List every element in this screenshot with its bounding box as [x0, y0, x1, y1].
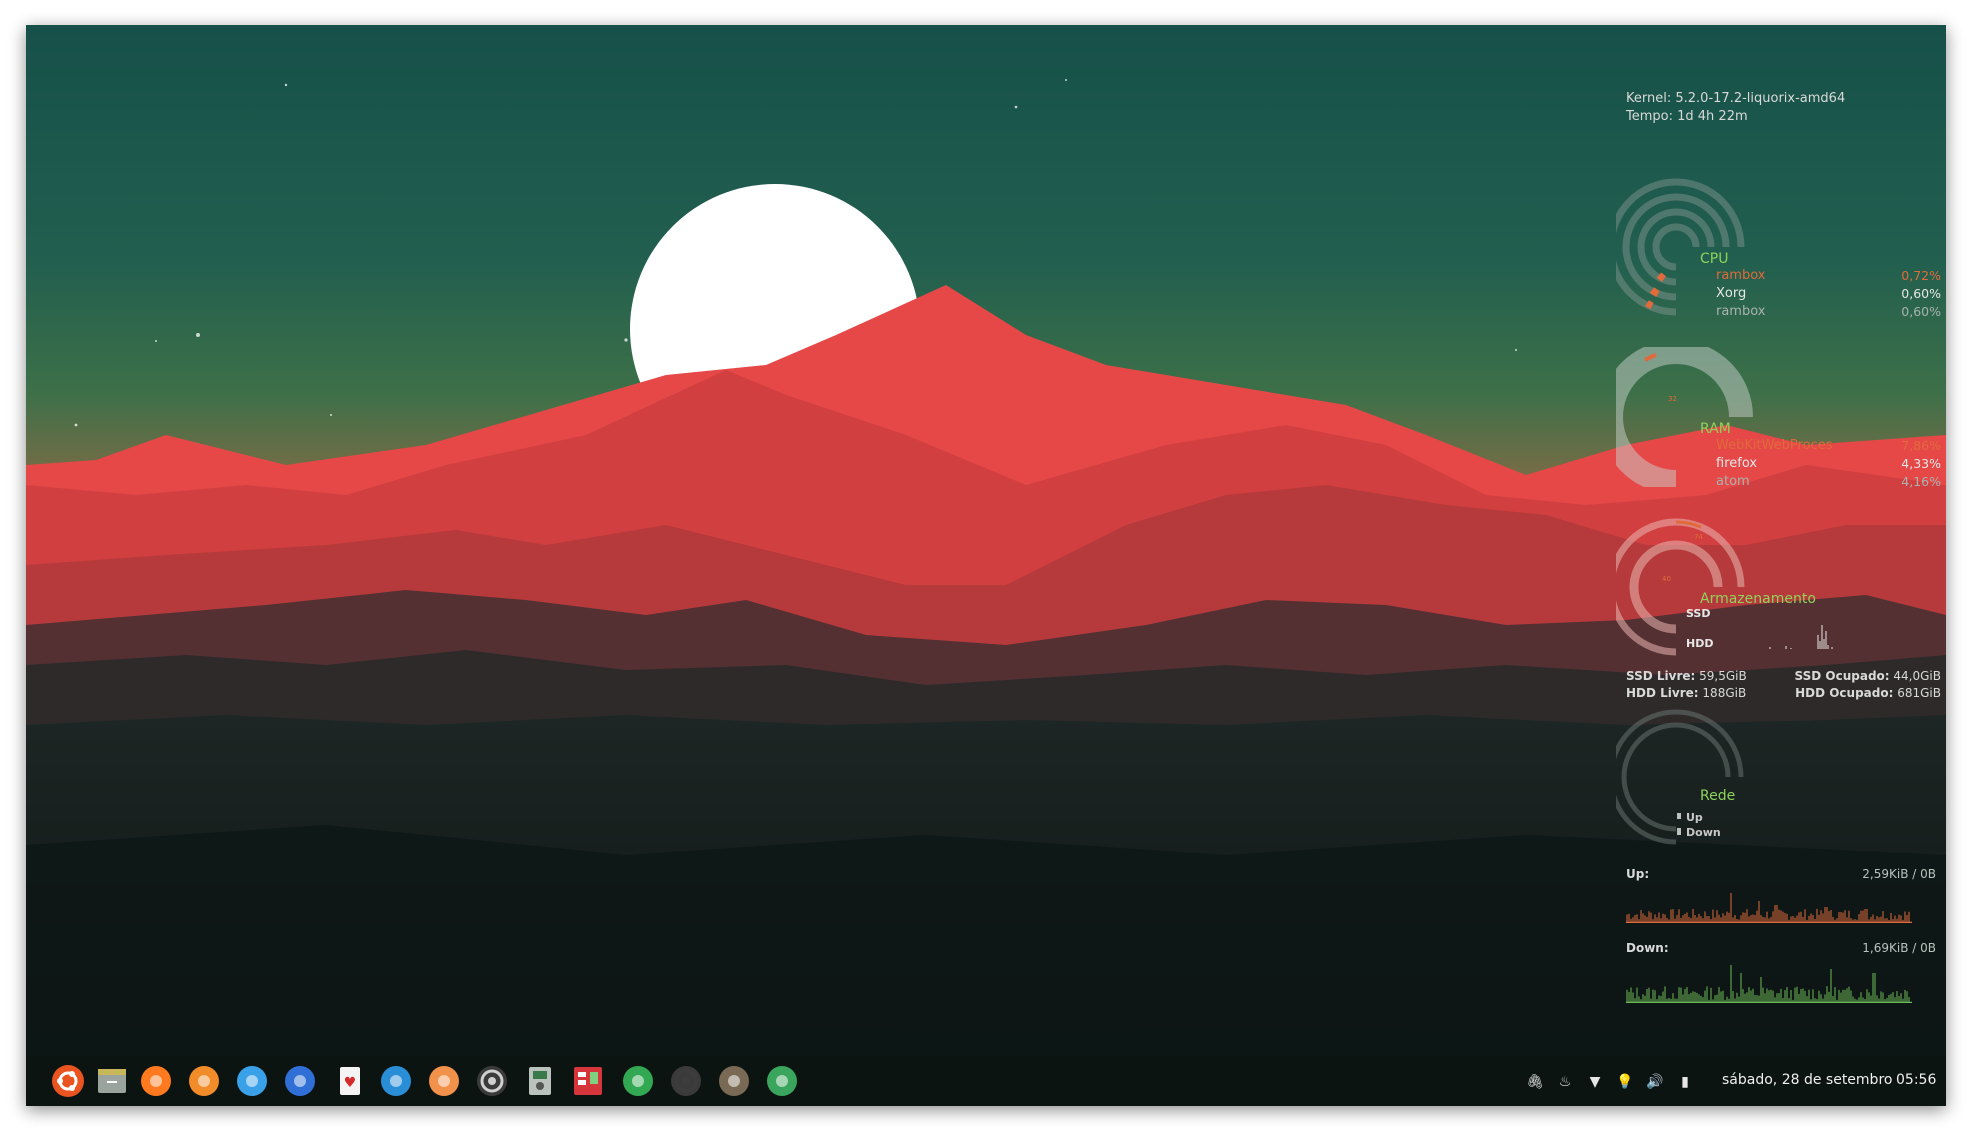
network-ring-down-label: Down	[1686, 826, 1721, 839]
ram-ring-label: 32	[1668, 395, 1677, 403]
net-down-label: Down:	[1626, 941, 1669, 955]
system-monitor-icon[interactable]	[522, 1063, 558, 1099]
twitter-client-icon[interactable]	[234, 1063, 270, 1099]
hdd-free-label: HDD Livre:	[1626, 686, 1699, 700]
wifi-icon[interactable]: ▼	[1586, 1073, 1604, 1091]
hdd-free-value: 188GiB	[1702, 686, 1747, 700]
ram-process-2-name: firefox	[1716, 456, 1758, 471]
ram-process-2-value: 4,33%	[1901, 456, 1941, 471]
steam-icon[interactable]	[378, 1063, 414, 1099]
hdd-free-line: HDD Livre: 188GiB	[1626, 686, 1746, 700]
storage-ring-outer-label: 74	[1694, 533, 1703, 541]
hdd-used-value: 681GiB	[1897, 686, 1941, 700]
date-display[interactable]: sábado, 28 de setembro	[1722, 1072, 1892, 1088]
bulb-icon[interactable]: 💡	[1616, 1073, 1634, 1091]
cpu-process-3-name: rambox	[1716, 304, 1766, 319]
volume-icon[interactable]: 🔊	[1646, 1073, 1664, 1091]
battery-icon[interactable]: ▮	[1676, 1073, 1694, 1091]
ram-process-1-value: 7,86%	[1901, 438, 1941, 453]
ram-title: RAM	[1700, 421, 1731, 437]
notification-icon[interactable]: ♨	[1556, 1073, 1574, 1091]
net-up-label: Up:	[1626, 867, 1650, 881]
net-down-graph	[1626, 965, 1912, 1003]
ssd-free-label: SSD Livre:	[1626, 669, 1696, 683]
atom-icon[interactable]	[764, 1063, 800, 1099]
cpu-process-1-value: 0,72%	[1901, 268, 1941, 283]
conky-widget: Kernel: 5.2.0-17.2-liquorix-amd64 Tempo:…	[1616, 91, 1946, 1011]
disk-utility-icon[interactable]	[474, 1063, 510, 1099]
uptime-line: Tempo: 1d 4h 22m	[1626, 109, 1748, 124]
network-ring-up-label: Up	[1686, 811, 1703, 824]
clip-icon[interactable]: 🖇	[1526, 1073, 1544, 1091]
gimp-icon[interactable]	[716, 1063, 752, 1099]
cpu-process-2-name: Xorg	[1716, 286, 1747, 301]
cpu-process-2-value: 0,60%	[1901, 286, 1941, 301]
ssd-used-line: SSD Ocupado: 44,0GiB	[1795, 669, 1941, 683]
rss-reader-icon[interactable]	[186, 1063, 222, 1099]
net-down-value: 1,69KiB / 0B	[1862, 941, 1936, 955]
ssd-free-value: 59,5GiB	[1699, 669, 1747, 683]
cpu-process-3-value: 0,60%	[1901, 304, 1941, 319]
ssd-used-label: SSD Ocupado:	[1794, 669, 1890, 683]
cpu-process-1-name: rambox	[1716, 268, 1766, 283]
davinci-resolve-icon[interactable]	[668, 1063, 704, 1099]
ssd-free-line: SSD Livre: 59,5GiB	[1626, 669, 1747, 683]
maps-icon[interactable]	[620, 1063, 656, 1099]
dictionary-icon[interactable]	[282, 1063, 318, 1099]
ram-process-3-name: atom	[1716, 474, 1750, 489]
solitaire-icon[interactable]: ♥	[332, 1063, 368, 1099]
ssd-ring-label: SSD	[1686, 607, 1711, 620]
hdd-used-label: HDD Ocupado:	[1795, 686, 1894, 700]
uptime-value: 1d 4h 22m	[1677, 109, 1748, 124]
firefox-icon[interactable]	[138, 1063, 174, 1099]
ram-process-3-value: 4,16%	[1901, 474, 1941, 489]
uptime-label: Tempo:	[1626, 109, 1673, 124]
net-up-value: 2,59KiB / 0B	[1862, 867, 1936, 881]
storage-title: Armazenamento	[1700, 591, 1816, 607]
network-title: Rede	[1700, 788, 1736, 804]
taskbar: ♥ 🖇 ♨ ▼ 💡 🔊 ▮ sábado, 28 de setembro 05:56	[26, 1056, 1946, 1106]
svg-text:♥: ♥	[344, 1075, 357, 1091]
task-manager-icon[interactable]	[570, 1063, 606, 1099]
mail-client-icon[interactable]	[426, 1063, 462, 1099]
disk-activity-graph	[1769, 625, 1833, 649]
desktop-screen: Kernel: 5.2.0-17.2-liquorix-amd64 Tempo:…	[26, 25, 1946, 1106]
net-up-graph	[1626, 893, 1912, 923]
storage-ring-inner-label: 40	[1662, 575, 1671, 583]
kernel-value: 5.2.0-17.2-liquorix-amd64	[1675, 91, 1846, 106]
ram-process-1-name: WebKitWebProces	[1716, 438, 1833, 453]
time-display[interactable]: 05:56	[1896, 1072, 1936, 1088]
hdd-used-line: HDD Ocupado: 681GiB	[1795, 686, 1941, 700]
ubuntu-menu-icon[interactable]	[50, 1063, 86, 1099]
kernel-label: Kernel:	[1626, 91, 1672, 106]
kernel-line: Kernel: 5.2.0-17.2-liquorix-amd64	[1626, 91, 1845, 106]
file-manager-icon[interactable]	[94, 1063, 130, 1099]
cpu-title: CPU	[1700, 251, 1729, 267]
hdd-ring-label: HDD	[1686, 637, 1714, 650]
ssd-used-value: 44,0GiB	[1893, 669, 1941, 683]
